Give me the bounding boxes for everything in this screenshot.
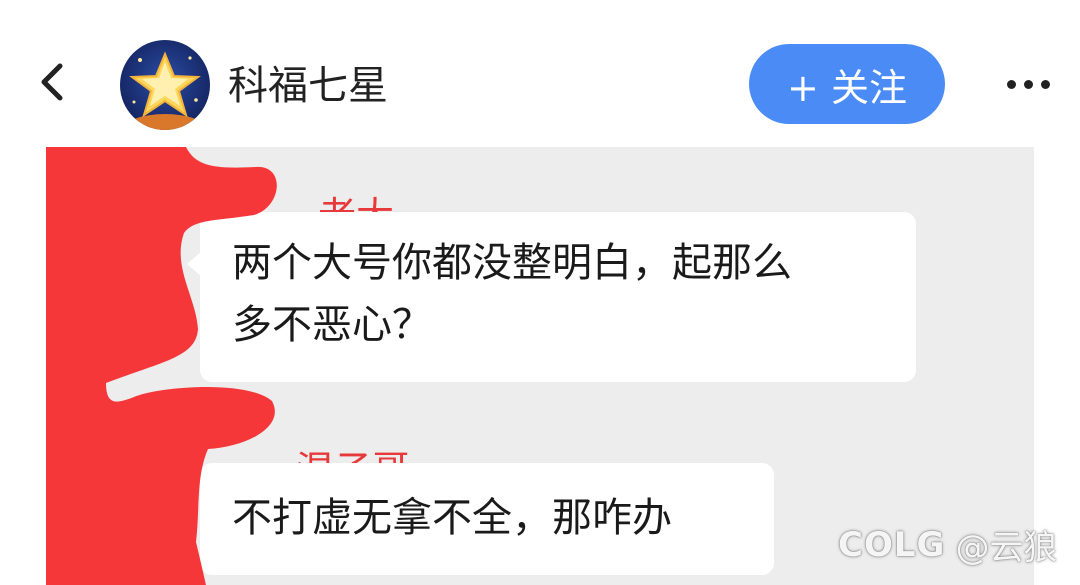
more-options-button[interactable] bbox=[998, 64, 1058, 104]
chevron-left-icon bbox=[41, 63, 63, 101]
watermark-logo: COLG bbox=[838, 524, 946, 565]
star-icon bbox=[125, 51, 205, 130]
follow-button[interactable]: + 关注 bbox=[749, 44, 945, 124]
back-button[interactable] bbox=[30, 60, 74, 104]
redaction-mark bbox=[46, 147, 277, 585]
account-name: 科福七星 bbox=[228, 63, 388, 109]
more-dot-icon bbox=[1040, 79, 1050, 89]
watermark-user: @云狼 bbox=[955, 528, 1058, 568]
top-bar: 科福七星 + 关注 bbox=[0, 0, 1080, 145]
more-dot-icon bbox=[1006, 79, 1016, 89]
watermark: COLG @云狼 bbox=[838, 520, 1057, 569]
more-dot-icon bbox=[1023, 79, 1033, 89]
avatar[interactable] bbox=[120, 40, 210, 130]
